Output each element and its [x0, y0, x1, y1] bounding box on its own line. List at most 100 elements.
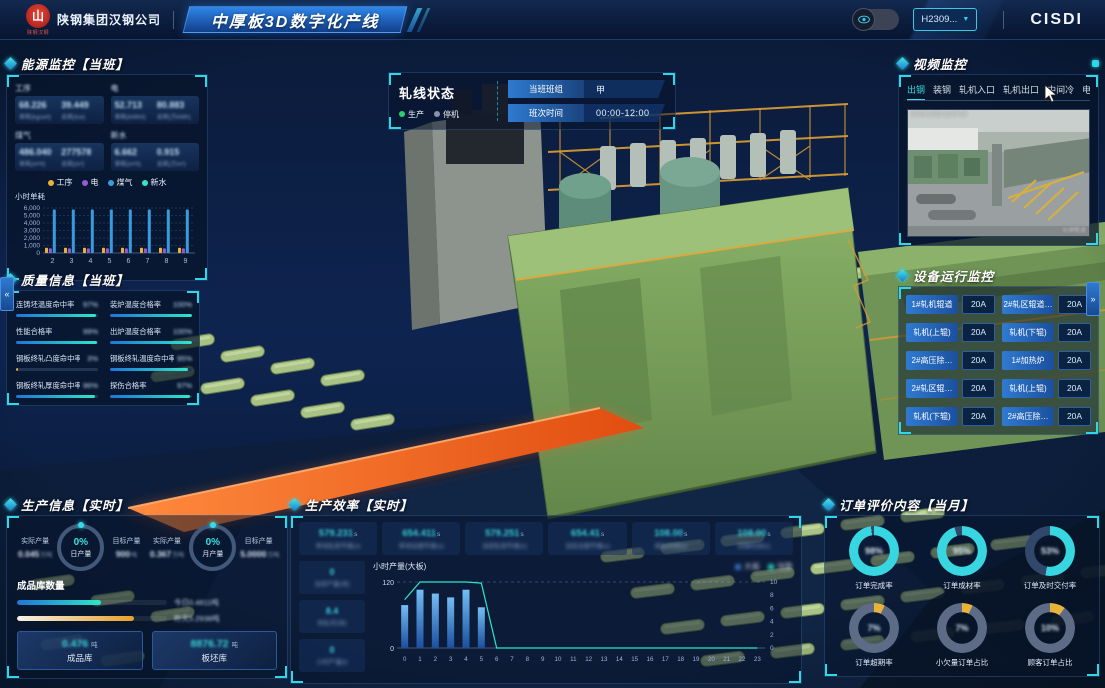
panel-video-monitor: 视频监控 出钢 装钢 轧机入口 轧机出口 中间冷 电加热 09-03-2023 … — [898, 55, 1099, 246]
equipment-current-value: 20A — [1058, 323, 1091, 342]
side-stat-value: 0 — [329, 645, 334, 655]
panel-diamond-icon — [896, 269, 909, 282]
quality-label: 钢板终轧厚度命中率 — [16, 381, 80, 391]
stat-label: 当班出钢节奏(s) — [565, 541, 610, 550]
panel-collapse-tab-left[interactable]: « — [0, 277, 14, 311]
equipment-label-chip[interactable]: 轧机(上辊) — [1002, 379, 1054, 398]
legend-dot-icon — [735, 564, 741, 570]
svg-text:2: 2 — [434, 656, 438, 663]
video-tab[interactable]: 装钢 — [933, 83, 951, 96]
energy-unit: 总耗(万kWh) — [157, 112, 195, 121]
equipment-cell: 2#高压除… 20A — [1002, 407, 1091, 426]
order-gauge: 53% 订单及时交付率 — [1009, 526, 1091, 591]
production-gauges: 实际产量 0.045万吨 0% 日产量 目标产量 900吨 实际产量 0.367… — [17, 524, 277, 571]
energy-card-name: 工序 — [15, 83, 104, 94]
quality-progress-fill — [16, 395, 95, 398]
quality-item: 性能合格率 99% — [16, 327, 98, 344]
quality-item: 出炉温度合格率 100% — [110, 327, 192, 344]
status-row-value: 甲 — [584, 80, 665, 98]
legend-dot-icon — [82, 180, 88, 186]
equipment-label-chip[interactable]: 轧机(下辊) — [1002, 323, 1054, 342]
page-title: 中厚板3D数字化产线 — [211, 8, 379, 32]
heat-number-value: H2309... — [921, 14, 957, 25]
order-donut: 95% — [937, 526, 987, 576]
actual-output-label: 实际产量 — [149, 536, 186, 546]
store-value: 8876.72 — [191, 638, 229, 650]
video-feed[interactable]: 09-03-2023 12:07:18 出钢辊道 — [907, 109, 1090, 237]
equipment-label-chip[interactable]: 1#加热炉 — [1002, 351, 1054, 370]
equipment-label-chip[interactable]: 1#轧机辊道 — [906, 295, 958, 314]
svg-text:4: 4 — [464, 656, 468, 663]
equipment-label-chip[interactable]: 轧机(上辊) — [906, 323, 958, 342]
stat-unit: s — [520, 531, 523, 538]
quality-label: 性能合格率 — [16, 327, 52, 337]
stock-bar-track — [17, 600, 167, 605]
equipment-label-chip[interactable]: 2#高压除… — [906, 351, 958, 370]
svg-text:6: 6 — [127, 258, 131, 265]
stock-bar-fill — [17, 600, 101, 605]
legend-label: 停机 — [443, 109, 459, 120]
order-gauge-label: 订单完成率 — [855, 580, 893, 591]
ring-percent: 0% — [206, 537, 220, 548]
quality-label: 钢板终轧温度命中率 — [110, 354, 174, 364]
svg-text:16: 16 — [647, 656, 654, 663]
energy-card: 新水 6.662 单耗(m³/t) 0.915 总耗(万m³) — [111, 129, 200, 171]
heat-number-select[interactable]: H2309... ▼ — [913, 8, 977, 31]
status-row-label: 班次时间 — [508, 104, 584, 122]
equipment-label-chip[interactable]: 轧机(下辊) — [906, 407, 958, 426]
video-tab[interactable]: 出钢 — [907, 83, 925, 96]
svg-text:7: 7 — [510, 656, 514, 663]
target-output-value: 900 — [116, 549, 130, 559]
video-tab[interactable]: 轧机入口 — [959, 83, 995, 96]
energy-unit: 单耗(kWh/t) — [115, 112, 153, 121]
chevron-down-icon: ▼ — [962, 16, 969, 23]
legend-item: 工序 — [48, 177, 73, 188]
stock-bar-label: 昨天5.2938吨 — [174, 613, 219, 624]
equipment-label-chip[interactable]: 2#轧区辊… — [906, 379, 958, 398]
panel-expand-tab-right[interactable]: » — [1086, 282, 1100, 316]
status-row: 当班班组 甲 — [508, 80, 665, 98]
target-output-label: 目标产量 — [108, 536, 144, 546]
legend-dot-icon — [48, 180, 54, 186]
quality-progress-fill — [16, 368, 18, 371]
svg-text:15: 15 — [631, 656, 638, 663]
status-row: 班次时间 00:00-12:00 — [508, 104, 665, 122]
store-box: 0.476 吨 成品库 — [17, 631, 143, 670]
order-donut: 53% — [1025, 526, 1075, 576]
svg-text:8: 8 — [165, 258, 169, 265]
order-gauge-label: 订单成材率 — [943, 580, 981, 591]
svg-text:5: 5 — [108, 258, 112, 265]
stock-bars: 今日0.4811吨 昨天5.2938吨 — [17, 597, 277, 624]
cctv-still — [908, 110, 1090, 237]
panel-order-evaluation: 订单评价内容【当月】 98% 订单完成率 95% 订单成材率 53% 订单及时交… — [824, 496, 1100, 677]
equipment-label-chip[interactable]: 2#轧区辊道… — [1002, 295, 1054, 314]
legend-item: 电 — [82, 177, 99, 188]
energy-card-name: 新水 — [111, 130, 200, 141]
energy-chart-legend: 工序 电 煤气 新水 — [15, 177, 199, 188]
video-tab[interactable]: 轧机出口 — [1003, 83, 1039, 96]
svg-text:7: 7 — [146, 258, 150, 265]
energy-value: 277578 — [61, 147, 99, 157]
equipment-label-chip[interactable]: 2#高压除… — [1002, 407, 1054, 426]
legend-item: 停机 — [434, 109, 459, 120]
actual-output-value: 0.367 — [150, 549, 171, 559]
quality-progress-track — [16, 314, 98, 317]
panel-expand-icon[interactable] — [1092, 60, 1099, 67]
stat-value: 579.251 — [485, 528, 519, 539]
svg-text:6: 6 — [495, 656, 499, 663]
stat-value: 654.411 — [402, 528, 436, 539]
energy-card-name: 煤气 — [15, 130, 104, 141]
visibility-toggle[interactable] — [853, 9, 899, 30]
video-osd-timestamp: 09-03-2023 12:07:18 — [911, 112, 967, 118]
equipment-cell: 1#轧机辊道 20A — [906, 295, 995, 314]
video-tab[interactable]: 电加热 — [1082, 83, 1090, 96]
svg-text:18: 18 — [677, 656, 684, 663]
svg-text:0: 0 — [403, 656, 407, 663]
quality-progress-track — [110, 341, 192, 344]
target-output-label: 目标产量 — [240, 536, 277, 546]
order-donut: 98% — [849, 526, 899, 576]
video-tab[interactable]: 中间冷 — [1047, 83, 1074, 96]
order-gauge: 7% 小欠量订单占比 — [921, 603, 1003, 668]
order-gauges: 98% 订单完成率 95% 订单成材率 53% 订单及时交付率 7% 订单超期率… — [824, 515, 1100, 677]
efficiency-stat: 579.251s 当班轧制节奏(s) — [465, 522, 543, 555]
